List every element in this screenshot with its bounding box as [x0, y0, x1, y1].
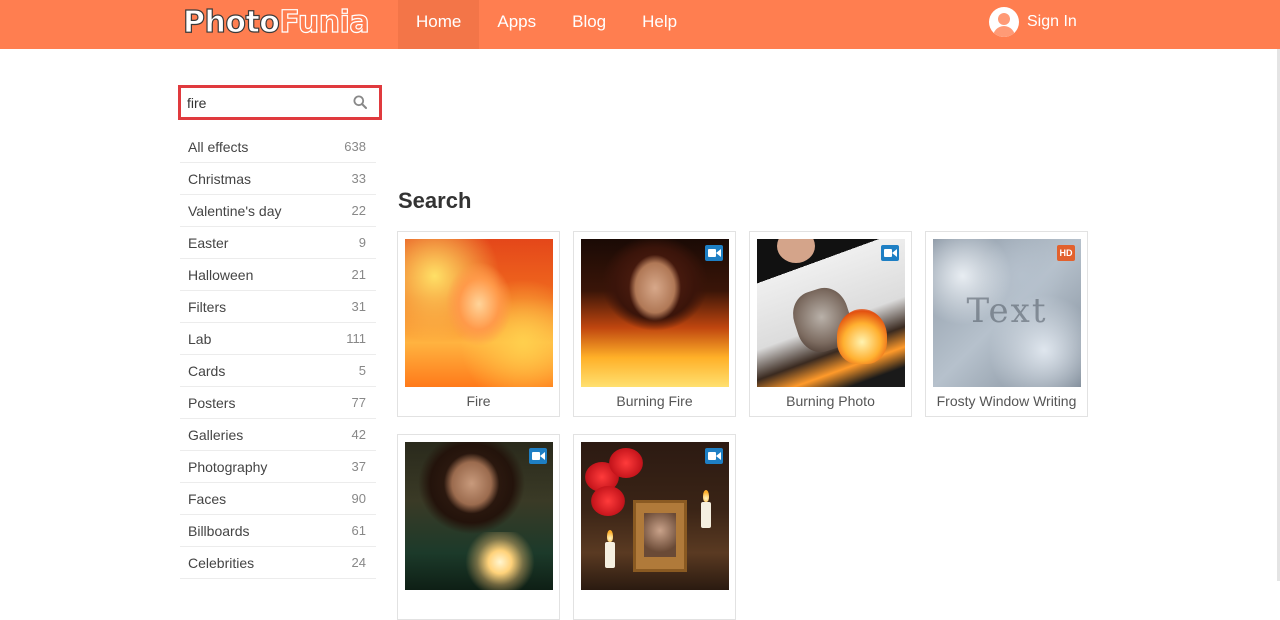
logo-text-part1: Photo: [182, 4, 280, 40]
nav-help[interactable]: Help: [624, 0, 695, 49]
top-navbar: Photo Funia Home Apps Blog Help Sign In: [0, 0, 1280, 49]
main-nav: Home Apps Blog Help: [398, 0, 695, 49]
effect-card-burning-photo[interactable]: Burning Photo: [749, 231, 912, 417]
category-label: Valentine's day: [188, 202, 282, 219]
category-label: Billboards: [188, 522, 250, 539]
category-label: Halloween: [188, 266, 254, 283]
search-input[interactable]: [187, 92, 347, 114]
category-label: Cards: [188, 362, 226, 379]
category-label: Photography: [188, 458, 268, 475]
category-count: 31: [351, 299, 366, 314]
category-posters[interactable]: Posters 77: [180, 387, 376, 419]
category-count: 22: [351, 203, 366, 218]
video-camera-icon: [705, 245, 723, 261]
effect-thumbnail: [581, 239, 729, 387]
sign-in-label: Sign In: [1027, 13, 1077, 30]
page-title: Search: [398, 188, 472, 213]
category-count: 90: [351, 491, 366, 506]
video-camera-icon: [881, 245, 899, 261]
effect-thumbnail: [757, 239, 905, 387]
category-count: 33: [351, 171, 366, 186]
category-label: All effects: [188, 138, 249, 155]
effect-thumbnail: [405, 442, 553, 590]
effect-title: Burning Fire: [616, 393, 693, 409]
category-easter[interactable]: Easter 9: [180, 227, 376, 259]
category-christmas[interactable]: Christmas 33: [180, 163, 376, 195]
category-label: Celebrities: [188, 554, 255, 571]
category-cards[interactable]: Cards 5: [180, 355, 376, 387]
effect-thumbnail: [405, 239, 553, 387]
category-label: Lab: [188, 330, 212, 347]
effect-title: Frosty Window Writing: [936, 393, 1077, 409]
effect-card-frosty-window-writing[interactable]: Text HD Frosty Window Writing: [925, 231, 1088, 417]
effect-title: Fire: [466, 393, 491, 409]
category-lab[interactable]: Lab 111: [180, 323, 376, 355]
category-faces[interactable]: Faces 90: [180, 483, 376, 515]
video-camera-icon: [529, 448, 547, 464]
category-count: 24: [351, 555, 366, 570]
category-label: Faces: [188, 490, 227, 507]
category-count: 61: [351, 523, 366, 538]
category-billboards[interactable]: Billboards 61: [180, 515, 376, 547]
category-all-effects[interactable]: All effects 638: [180, 131, 376, 163]
effect-card-burning-fire[interactable]: Burning Fire: [573, 231, 736, 417]
category-label: Filters: [188, 298, 227, 315]
hd-badge-icon: HD: [1057, 245, 1075, 261]
effect-thumbnail: Text HD: [933, 239, 1081, 387]
nav-blog[interactable]: Blog: [554, 0, 624, 49]
logo-text-part2: Funia: [279, 4, 370, 40]
effect-title: Burning Photo: [786, 393, 875, 409]
category-label: Posters: [188, 394, 236, 411]
category-count: 21: [351, 267, 366, 282]
effect-card-fire[interactable]: Fire: [397, 231, 560, 417]
category-count: 37: [351, 459, 366, 474]
video-camera-icon: [705, 448, 723, 464]
category-halloween[interactable]: Halloween 21: [180, 259, 376, 291]
search-icon[interactable]: [353, 95, 367, 109]
category-count: 5: [358, 363, 366, 378]
photofunia-logo[interactable]: Photo Funia: [182, 2, 370, 42]
category-count: 42: [351, 427, 366, 442]
effect-card-christmas-frame[interactable]: [573, 434, 736, 620]
category-count: 638: [344, 139, 366, 154]
category-galleries[interactable]: Galleries 42: [180, 419, 376, 451]
category-photography[interactable]: Photography 37: [180, 451, 376, 483]
category-count: 9: [358, 235, 366, 250]
category-list: All effects 638 Christmas 33 Valentine's d…: [180, 131, 376, 579]
nav-apps[interactable]: Apps: [479, 0, 554, 49]
search-box: [178, 85, 382, 120]
category-count: 77: [351, 395, 366, 410]
user-avatar-icon: [989, 7, 1019, 37]
category-count: 111: [346, 331, 366, 346]
sign-in-link[interactable]: Sign In: [989, 5, 1077, 39]
category-label: Galleries: [188, 426, 244, 443]
nav-home[interactable]: Home: [398, 0, 480, 49]
thumbnail-text: Text: [966, 291, 1048, 331]
category-label: Easter: [188, 234, 229, 251]
category-filters[interactable]: Filters 31: [180, 291, 376, 323]
category-celebrities[interactable]: Celebrities 24: [180, 547, 376, 579]
category-label: Christmas: [188, 170, 252, 187]
effect-card-sparkler[interactable]: [397, 434, 560, 620]
effect-thumbnail: [581, 442, 729, 590]
category-valentines-day[interactable]: Valentine's day 22: [180, 195, 376, 227]
